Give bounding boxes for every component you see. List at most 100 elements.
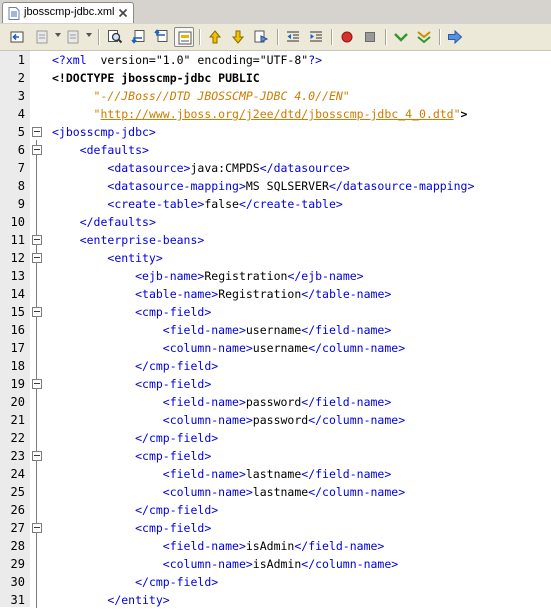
line-number: 10 (10, 215, 25, 229)
fold-toggle-icon[interactable] (32, 379, 42, 389)
line-number: 17 (10, 341, 25, 355)
line-number: 28 (10, 539, 25, 553)
close-icon[interactable] (118, 8, 128, 18)
code-line[interactable]: 19 <cmp-field> (0, 375, 551, 393)
code-line[interactable]: 1 <?xml version="1.0" encoding="UTF-8"?> (0, 51, 551, 69)
code-line[interactable]: 27 <cmp-field> (0, 519, 551, 537)
code-token: lastname (245, 467, 302, 481)
next-bookmark-button[interactable] (228, 27, 248, 47)
code-text: <enterprise-beans> (52, 231, 205, 249)
previous-bookmark-button[interactable] (205, 27, 225, 47)
stop-macro-button[interactable] (360, 27, 380, 47)
code-line[interactable]: 2 <!DOCTYPE jbosscmp-jdbc PUBLIC (0, 69, 551, 87)
code-token: <!DOCTYPE jbosscmp-jdbc PUBLIC (52, 71, 260, 85)
line-number: 3 (17, 89, 25, 103)
code-text: <cmp-field> (52, 303, 211, 321)
code-token: </field-name> (301, 323, 392, 337)
line-number: 25 (10, 485, 25, 499)
code-text: <!DOCTYPE jbosscmp-jdbc PUBLIC (52, 69, 260, 87)
code-line[interactable]: 30 </cmp-field> (0, 573, 551, 591)
code-line[interactable]: 29 <column-name>isAdmin</column-name> (0, 555, 551, 573)
code-line[interactable]: 24 <field-name>lastname</field-name> (0, 465, 551, 483)
fold-toggle-icon[interactable] (32, 235, 42, 245)
xml-file-icon (8, 7, 20, 20)
line-number: 31 (10, 593, 25, 607)
chevron-down-icon[interactable] (55, 33, 61, 37)
code-line[interactable]: 5 <jbosscmp-jdbc> (0, 123, 551, 141)
record-macro-button[interactable] (337, 27, 357, 47)
code-line[interactable]: 7 <datasource>java:CMPDS</datasource> (0, 159, 551, 177)
code-line[interactable]: 15 <cmp-field> (0, 303, 551, 321)
code-text: <create-table>false</create-table> (52, 195, 342, 213)
toggle-highlight-button[interactable] (174, 27, 194, 47)
chevron-down-icon[interactable] (86, 33, 92, 37)
code-line[interactable]: 12 <entity> (0, 249, 551, 267)
go-forward-icon (67, 30, 79, 44)
code-line[interactable]: 8 <datasource-mapping>MS SQLSERVER</data… (0, 177, 551, 195)
line-number: 22 (10, 431, 25, 445)
find-button[interactable] (105, 27, 125, 47)
code-line[interactable]: 22 </cmp-field> (0, 429, 551, 447)
code-line[interactable]: 17 <column-name>username</column-name> (0, 339, 551, 357)
code-line[interactable]: 16 <field-name>username</field-name> (0, 321, 551, 339)
validate-xml-button[interactable] (414, 27, 434, 47)
toggle-bookmark-button[interactable] (251, 27, 271, 47)
editor-toolbar (0, 24, 551, 51)
line-number: 24 (10, 467, 25, 481)
code-line[interactable]: 28 <field-name>isAdmin</field-name> (0, 537, 551, 555)
go-back-button[interactable] (32, 27, 52, 47)
code-token: version="1.0" encoding="UTF-8" (86, 53, 309, 67)
toolbar-separator (331, 29, 332, 45)
back-to-last-edit-button[interactable] (7, 27, 27, 47)
code-line[interactable]: 11 <enterprise-beans> (0, 231, 551, 249)
stop-macro-icon (365, 32, 375, 42)
code-line[interactable]: 10 </defaults> (0, 213, 551, 231)
toggle-highlight-icon (178, 31, 192, 45)
fold-toggle-icon[interactable] (32, 145, 42, 155)
fold-toggle-icon[interactable] (32, 253, 42, 263)
check-xml-button[interactable] (391, 27, 411, 47)
line-number: 1 (17, 53, 25, 67)
code-line[interactable]: 20 <field-name>password</field-name> (0, 393, 551, 411)
fold-toggle-icon[interactable] (32, 523, 42, 533)
code-text: <column-name>username</column-name> (52, 339, 405, 357)
fold-toggle-icon[interactable] (32, 127, 42, 137)
code-text: </cmp-field> (52, 357, 218, 375)
code-token: </cmp-field> (135, 431, 219, 445)
code-text: <defaults> (52, 141, 149, 159)
find-next-button[interactable] (151, 27, 171, 47)
code-token: </cmp-field> (135, 503, 219, 517)
line-number: 21 (10, 413, 25, 427)
code-line[interactable]: 14 <table-name>Registration</table-name> (0, 285, 551, 303)
code-line[interactable]: 26 </cmp-field> (0, 501, 551, 519)
code-line[interactable]: 13 <ejb-name>Registration</ejb-name> (0, 267, 551, 285)
code-line[interactable]: 9 <create-table>false</create-table> (0, 195, 551, 213)
code-line[interactable]: 25 <column-name>lastname</column-name> (0, 483, 551, 501)
code-text: <column-name>isAdmin</column-name> (52, 555, 398, 573)
code-line[interactable]: 31 </entity> (0, 591, 551, 609)
fold-toggle-icon[interactable] (32, 451, 42, 461)
xsl-transform-button[interactable] (445, 27, 465, 47)
code-line[interactable]: 4 "http://www.jboss.org/j2ee/dtd/jbosscm… (0, 105, 551, 123)
go-forward-button[interactable] (63, 27, 83, 47)
shift-right-button[interactable] (306, 27, 326, 47)
code-line[interactable]: 23 <cmp-field> (0, 447, 551, 465)
code-line[interactable]: 21 <column-name>password</column-name> (0, 411, 551, 429)
find-previous-button[interactable] (128, 27, 148, 47)
code-line[interactable]: 6 <defaults> (0, 141, 551, 159)
shift-left-button[interactable] (283, 27, 303, 47)
code-token: Registration (218, 287, 302, 301)
code-line[interactable]: 18 </cmp-field> (0, 357, 551, 375)
code-line[interactable]: 3 "-//JBoss//DTD JBOSSCMP-JDBC 4.0//EN" (0, 87, 551, 105)
find-previous-icon (131, 30, 145, 44)
tab-jbosscmp-jdbc-xml[interactable]: jbosscmp-jdbc.xml (2, 2, 134, 23)
code-editor[interactable]: 1 <?xml version="1.0" encoding="UTF-8"?> 2… (0, 51, 551, 607)
dtd-link[interactable]: http://www.jboss.org/j2ee/dtd/jbosscmp-j… (100, 107, 453, 121)
fold-toggle-icon[interactable] (32, 307, 42, 317)
